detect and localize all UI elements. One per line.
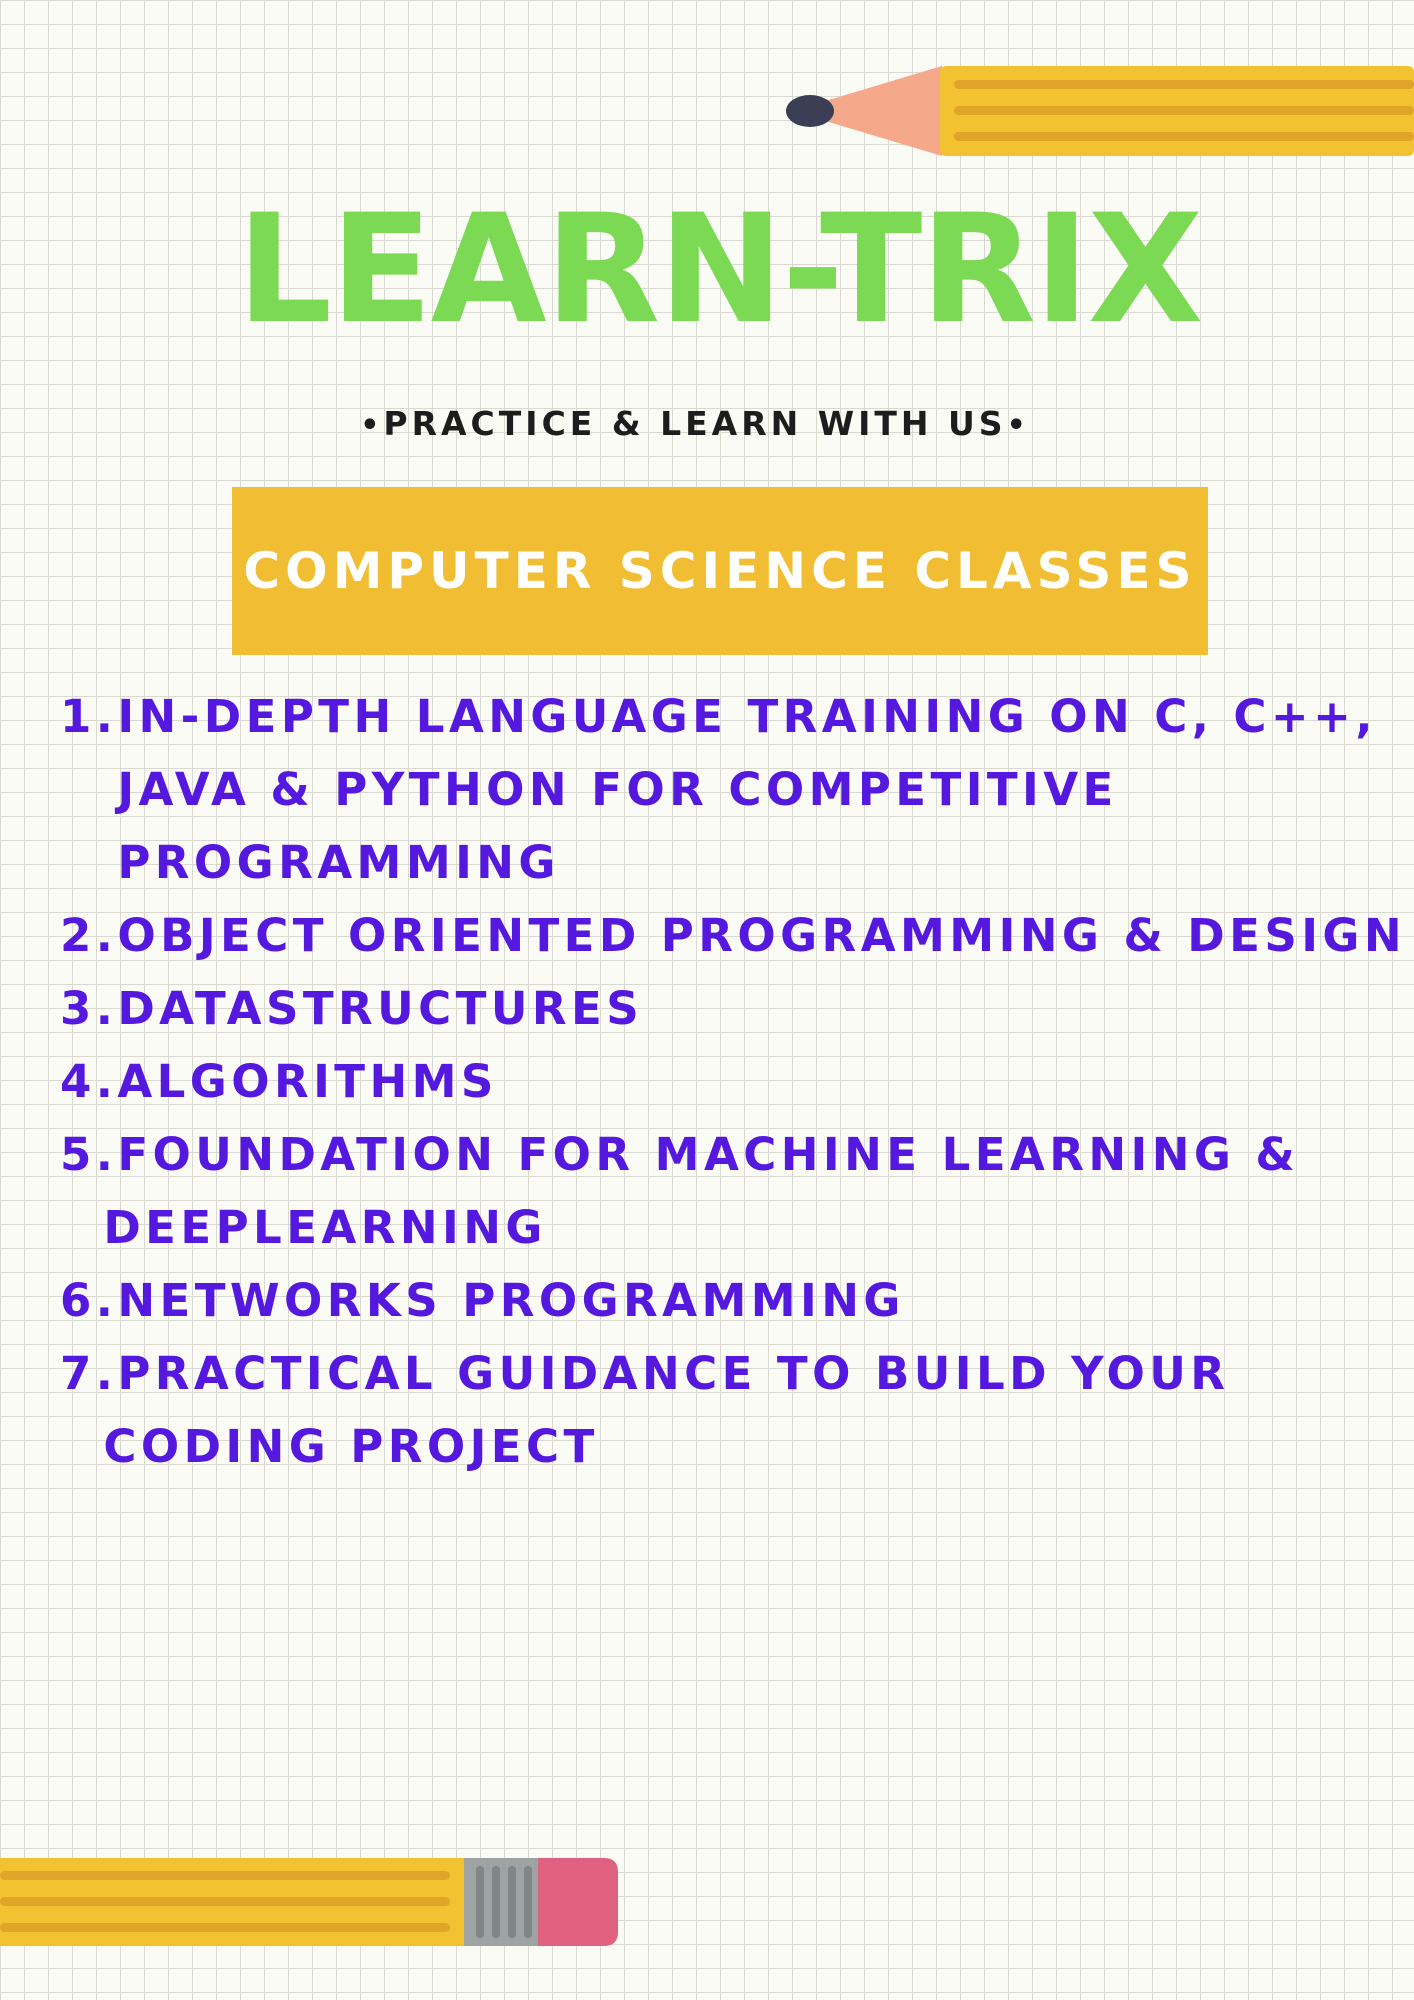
course-text-line: ALGORITHMS <box>117 1055 498 1108</box>
tagline-text: PRACTICE & LEARN WITH US <box>383 404 1007 443</box>
course-number: 2. <box>60 909 118 962</box>
course-text-line: DEEPLEARNING <box>103 1201 547 1254</box>
tagline-bullet-right: • <box>1006 408 1030 443</box>
course-text-line: PROGRAMMING <box>117 836 560 889</box>
course-text-line: CODING PROJECT <box>103 1420 599 1473</box>
course-item: 6. NETWORKS PROGRAMMING <box>60 1264 1400 1337</box>
course-text: IN-DEPTH LANGUAGE TRAINING ON C, C++, JAV… <box>117 680 1377 899</box>
course-text-line: OBJECT ORIENTED PROGRAMMING & DESIGN <box>117 909 1406 962</box>
course-text: NETWORKS PROGRAMMING <box>117 1264 904 1337</box>
pencil-top-icon <box>782 66 1414 156</box>
course-item: 3. DATASTRUCTURES <box>60 972 1400 1045</box>
course-text: DATASTRUCTURES <box>117 972 643 1045</box>
course-number: 4. <box>60 1055 118 1108</box>
tagline: •PRACTICE & LEARN WITH US• <box>0 404 1414 446</box>
course-text: OBJECT ORIENTED PROGRAMMING & DESIGN <box>117 899 1406 972</box>
course-number: 7. <box>60 1347 118 1400</box>
course-item: 2. OBJECT ORIENTED PROGRAMMING & DESIGN <box>60 899 1402 972</box>
course-item: 5. FOUNDATION FOR MACHINE LEARNING & DEEPL… <box>60 1118 1400 1264</box>
course-item: 7. PRACTICAL GUIDANCE TO BUILD YOUR CODING… <box>60 1337 1400 1483</box>
course-text-line: IN-DEPTH LANGUAGE TRAINING ON C, C++, <box>117 690 1377 743</box>
course-text-line: NETWORKS PROGRAMMING <box>117 1274 905 1327</box>
course-number: 6. <box>60 1274 118 1327</box>
course-number: 1. <box>60 690 118 743</box>
course-number: 5. <box>60 1128 118 1181</box>
course-text: PRACTICAL GUIDANCE TO BUILD YOUR CODING P… <box>103 1337 1230 1483</box>
pencil-bottom-icon <box>0 1858 620 1946</box>
course-text: FOUNDATION FOR MACHINE LEARNING & DEEPLEA… <box>103 1118 1300 1264</box>
course-text-line: JAVA & PYTHON FOR COMPETITIVE <box>117 763 1118 816</box>
course-item: 4. ALGORITHMS <box>60 1045 1400 1118</box>
course-text-line: PRACTICAL GUIDANCE TO BUILD YOUR <box>117 1347 1230 1400</box>
course-text: ALGORITHMS <box>117 1045 497 1118</box>
course-list: 1. IN-DEPTH LANGUAGE TRAINING ON C, C++, J… <box>60 680 1402 1483</box>
brand-title: LEARN-TRIX <box>236 183 1204 357</box>
banner-label: COMPUTER SCIENCE CLASSES <box>243 542 1197 600</box>
course-text-line: FOUNDATION FOR MACHINE LEARNING & <box>117 1128 1300 1181</box>
classes-banner: COMPUTER SCIENCE CLASSES <box>232 487 1208 655</box>
course-text-line: DATASTRUCTURES <box>117 982 644 1035</box>
course-number: 3. <box>60 982 118 1035</box>
tagline-bullet-left: • <box>360 408 384 443</box>
course-item: 1. IN-DEPTH LANGUAGE TRAINING ON C, C++, J… <box>60 680 1400 899</box>
